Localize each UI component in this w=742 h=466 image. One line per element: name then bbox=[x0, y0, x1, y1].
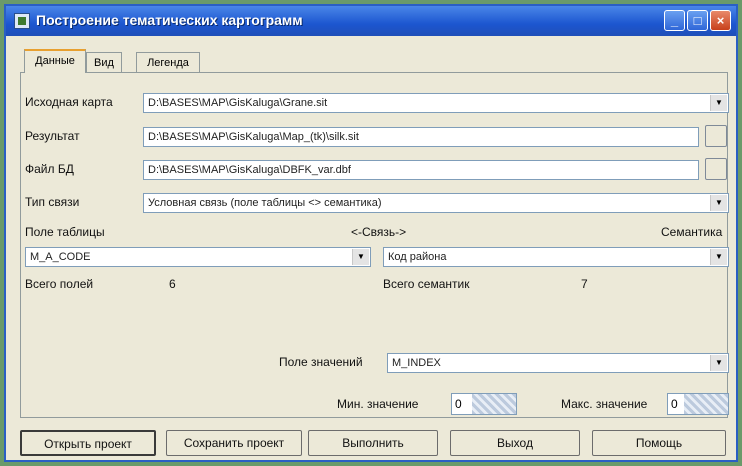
tab-legend[interactable]: Легенда bbox=[136, 52, 200, 72]
app-icon bbox=[14, 13, 30, 29]
db-file-field[interactable]: D:\BASES\MAP\GisKaluga\DBFK_var.dbf bbox=[143, 160, 699, 180]
table-field-label: Поле таблицы bbox=[25, 225, 105, 239]
min-value-value: 0 bbox=[455, 397, 462, 411]
title-bar[interactable]: Построение тематических картограмм _ □ × bbox=[6, 6, 736, 36]
exit-button[interactable]: Выход bbox=[450, 430, 580, 456]
link-type-select[interactable]: Условная связь (поле таблицы <> семантик… bbox=[143, 193, 729, 213]
value-field-value: M_INDEX bbox=[392, 357, 441, 369]
window-title: Построение тематических картограмм bbox=[36, 12, 303, 28]
link-type-label: Тип связи bbox=[25, 195, 80, 209]
result-value: D:\BASES\MAP\GisKaluga\Map_(tk)\silk.sit bbox=[148, 131, 359, 143]
total-fields-label: Всего полей bbox=[25, 277, 94, 291]
chevron-down-icon[interactable]: ▼ bbox=[710, 195, 727, 211]
source-map-label: Исходная карта bbox=[25, 95, 113, 109]
result-browse-button[interactable] bbox=[705, 125, 727, 147]
tab-panel: Исходная карта D:\BASES\MAP\GisKaluga\Gr… bbox=[20, 72, 729, 418]
min-value-input[interactable]: 0 bbox=[451, 393, 517, 415]
chevron-down-icon[interactable]: ▼ bbox=[710, 249, 727, 265]
db-file-value: D:\BASES\MAP\GisKaluga\DBFK_var.dbf bbox=[148, 164, 351, 176]
total-fields-value: 6 bbox=[169, 277, 176, 291]
db-file-browse-button[interactable] bbox=[705, 158, 727, 180]
chevron-down-icon[interactable]: ▼ bbox=[352, 249, 369, 265]
result-label: Результат bbox=[25, 129, 80, 143]
minimize-button[interactable]: _ bbox=[664, 10, 685, 31]
semantics-select[interactable]: Код района ▼ bbox=[383, 247, 729, 267]
min-value-label: Мин. значение bbox=[337, 397, 419, 411]
tab-view[interactable]: Вид bbox=[86, 52, 122, 72]
tab-data[interactable]: Данные bbox=[24, 49, 86, 73]
open-project-button[interactable]: Открыть проект bbox=[20, 430, 156, 456]
total-semantics-label: Всего семантик bbox=[383, 277, 470, 291]
save-project-button[interactable]: Сохранить проект bbox=[166, 430, 302, 456]
min-value-spinner[interactable] bbox=[472, 394, 516, 414]
semantics-label: Семантика bbox=[661, 225, 723, 239]
close-button[interactable]: × bbox=[710, 10, 731, 31]
result-field[interactable]: D:\BASES\MAP\GisKaluga\Map_(tk)\silk.sit bbox=[143, 127, 699, 147]
help-button[interactable]: Помощь bbox=[592, 430, 726, 456]
total-semantics-value: 7 bbox=[581, 277, 588, 291]
value-field-label: Поле значений bbox=[279, 355, 363, 369]
app-window: Построение тематических картограмм _ □ ×… bbox=[4, 4, 738, 462]
chevron-down-icon[interactable]: ▼ bbox=[710, 95, 727, 111]
max-value-input[interactable]: 0 bbox=[667, 393, 729, 415]
db-file-label: Файл БД bbox=[25, 162, 74, 176]
source-map-select[interactable]: D:\BASES\MAP\GisKaluga\Grane.sit ▼ bbox=[143, 93, 729, 113]
table-field-value: M_A_CODE bbox=[30, 251, 91, 263]
value-field-select[interactable]: M_INDEX ▼ bbox=[387, 353, 729, 373]
link-label: <-Связь-> bbox=[351, 225, 407, 239]
semantics-value: Код района bbox=[388, 251, 447, 263]
chevron-down-icon[interactable]: ▼ bbox=[710, 355, 727, 371]
max-value-value: 0 bbox=[671, 397, 678, 411]
table-field-select[interactable]: M_A_CODE ▼ bbox=[25, 247, 371, 267]
max-value-spinner[interactable] bbox=[684, 394, 728, 414]
run-button[interactable]: Выполнить bbox=[308, 430, 438, 456]
maximize-button[interactable]: □ bbox=[687, 10, 708, 31]
max-value-label: Макс. значение bbox=[561, 397, 648, 411]
link-type-value: Условная связь (поле таблицы <> семантик… bbox=[148, 197, 382, 209]
source-map-value: D:\BASES\MAP\GisKaluga\Grane.sit bbox=[148, 97, 328, 109]
